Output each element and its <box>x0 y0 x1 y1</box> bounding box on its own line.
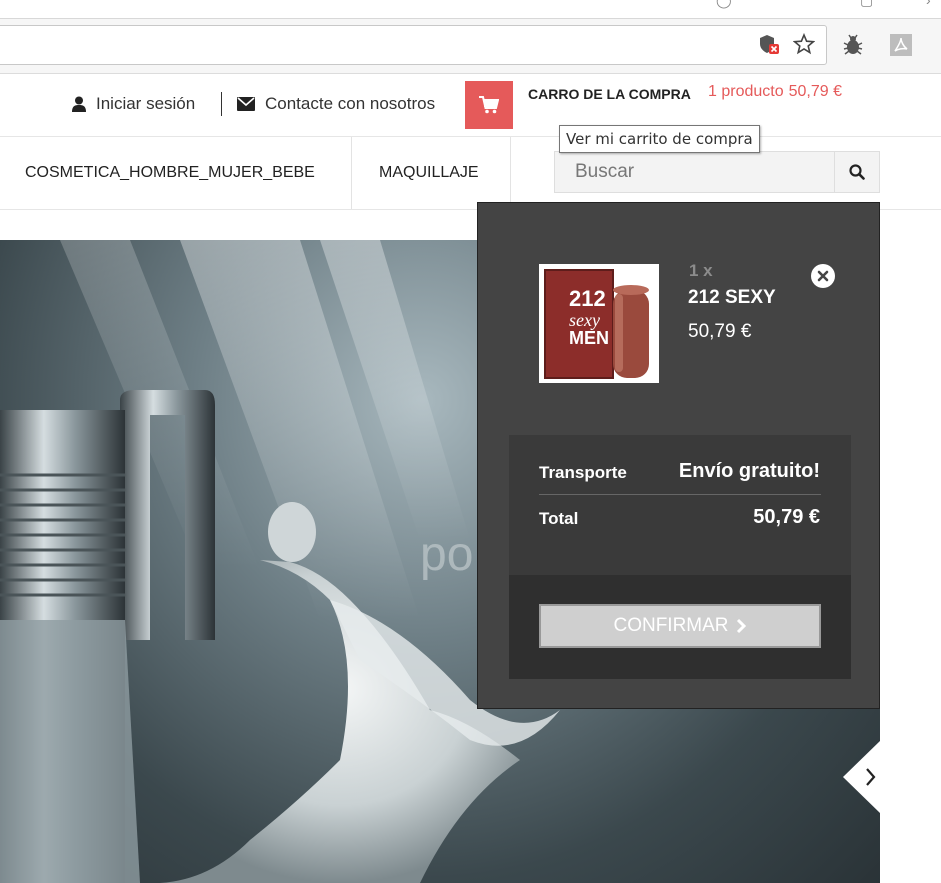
product-image-text-men: MEN <box>569 328 609 348</box>
site-header: Iniciar sesión Contacte con nosotros CAR… <box>0 74 941 137</box>
shipping-value: Envío gratuito! <box>678 460 820 482</box>
search-box <box>554 151 880 193</box>
bug-extension-icon[interactable] <box>841 33 865 57</box>
total-value: 50,79 € <box>753 506 820 528</box>
product-image-text-sexy: sexy <box>569 310 600 330</box>
confirm-label: CONFIRMAR <box>613 615 729 636</box>
nav-item-maquillaje[interactable]: MAQUILLAJE <box>379 137 479 209</box>
product-name[interactable]: 212 SEXY <box>688 287 776 309</box>
product-image-text-212: 212 <box>569 286 606 311</box>
login-link[interactable]: Iniciar sesión <box>72 94 195 114</box>
login-label: Iniciar sesión <box>96 94 196 113</box>
contact-label: Contacte con nosotros <box>265 94 436 113</box>
hero-brand-text: po <box>420 528 473 581</box>
search-button[interactable] <box>834 152 879 192</box>
product-quantity: 1 x <box>689 261 713 280</box>
total-label: Total <box>539 509 579 528</box>
product-price: 50,79 € <box>688 321 752 342</box>
product-image[interactable]: 212 sexy MEN <box>539 264 659 383</box>
browser-titlebar: ◯ ▢ › <box>0 0 941 19</box>
loading-icon: ◯ <box>716 0 732 8</box>
cart-dropdown: 212 sexy MEN 1 x 212 SEXY 50,79 € Transp… <box>477 202 880 709</box>
cart-totals: Transporte Envío gratuito! Total 50,79 € <box>509 435 851 575</box>
remove-product-button[interactable] <box>811 264 835 288</box>
restore-icon[interactable]: ▢ <box>860 0 873 9</box>
search-icon <box>849 164 865 180</box>
chevron-right-icon <box>736 618 746 634</box>
confirm-section: CONFIRMAR <box>509 575 851 679</box>
cart-button[interactable] <box>465 81 513 129</box>
shopping-cart-icon <box>479 96 499 114</box>
product-thumbnail: 212 sexy MEN <box>544 269 649 379</box>
shield-blocked-icon[interactable] <box>758 33 780 55</box>
browser-toolbar <box>0 19 941 74</box>
cart-count: 1 producto <box>708 83 784 100</box>
envelope-icon <box>237 97 255 111</box>
nav-divider <box>510 137 511 209</box>
star-icon[interactable] <box>793 33 815 55</box>
cart-summary[interactable]: 1 producto 50,79 € <box>708 83 842 101</box>
main-nav: COSMETICA_HOMBRE_MUJER_BEBE MAQUILLAJE <box>0 137 941 210</box>
address-bar[interactable] <box>0 25 827 65</box>
shipping-label: Transporte <box>539 463 627 482</box>
nav-item-cosmetica[interactable]: COSMETICA_HOMBRE_MUJER_BEBE <box>25 137 315 209</box>
cart-amount: 50,79 € <box>788 83 842 100</box>
search-input[interactable] <box>555 152 835 192</box>
chevron-icon[interactable]: › <box>926 0 931 8</box>
slider-next-arrow[interactable] <box>841 740 881 814</box>
header-divider <box>221 92 222 116</box>
confirm-button[interactable]: CONFIRMAR <box>539 604 821 648</box>
user-icon <box>72 96 86 112</box>
cart-tooltip: Ver mi carrito de compra <box>559 125 760 153</box>
nav-divider <box>351 137 352 209</box>
pdf-extension-icon[interactable] <box>889 33 913 57</box>
close-icon <box>817 270 829 282</box>
contact-link[interactable]: Contacte con nosotros <box>237 94 435 114</box>
cart-title[interactable]: CARRO DE LA COMPRA <box>528 86 691 102</box>
totals-divider <box>539 494 821 495</box>
